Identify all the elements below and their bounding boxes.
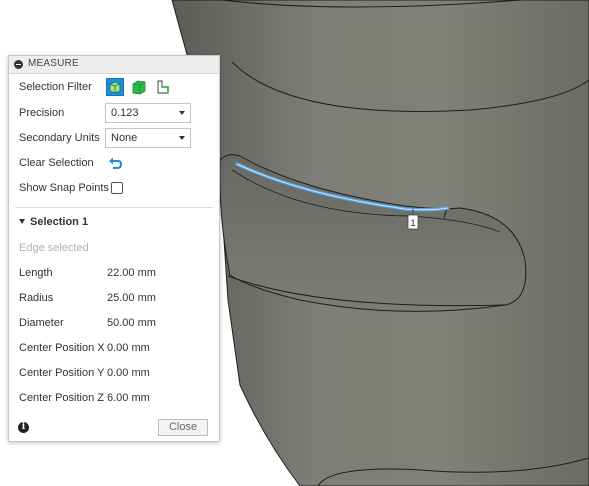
panel-footer: i Close [9, 414, 219, 441]
measurement-row: Diameter 50.00 mm [9, 312, 219, 336]
measurement-value: 6.00 mm [107, 392, 150, 404]
secondary-units-label: Secondary Units [19, 132, 100, 144]
selection-status-row: Edge selected [9, 237, 219, 261]
measurement-value: 22.00 mm [107, 267, 156, 279]
selection-status: Edge selected [19, 242, 89, 254]
selection-section-header[interactable]: Selection 1 [9, 211, 219, 235]
precision-row: Precision 0.123 [9, 102, 219, 126]
measurement-label: Diameter [19, 317, 64, 329]
panel-title: MEASURE [28, 58, 79, 69]
measurement-row: Length 22.00 mm [9, 262, 219, 286]
selection-filter-row: Selection Filter [9, 76, 219, 100]
measurement-row: Center Position Y 0.00 mm [9, 362, 219, 386]
edge-filter-icon[interactable] [154, 78, 172, 96]
chevron-down-icon [179, 136, 185, 140]
close-button[interactable]: Close [158, 419, 208, 436]
body-filter-icon[interactable] [106, 78, 124, 96]
panel-header[interactable]: MEASURE [9, 56, 219, 74]
selection-title: Selection 1 [30, 216, 89, 228]
undo-arrow-icon[interactable] [108, 156, 123, 170]
show-snap-points-checkbox[interactable] [111, 182, 123, 194]
measurement-value: 0.00 mm [107, 342, 150, 354]
show-snap-points-row: Show Snap Points [9, 177, 219, 201]
secondary-units-row: Secondary Units None [9, 127, 219, 151]
precision-value: 0.123 [111, 107, 139, 119]
precision-label: Precision [19, 107, 65, 119]
expand-triangle-icon[interactable] [19, 219, 25, 224]
measurement-label: Center Position Y [19, 367, 105, 379]
secondary-units-dropdown[interactable]: None [105, 128, 191, 148]
secondary-units-value: None [111, 132, 138, 144]
measurement-label: Length [19, 267, 53, 279]
measurement-value: 25.00 mm [107, 292, 156, 304]
clear-selection-label: Clear Selection [19, 157, 94, 169]
selection-marker-label: 1 [410, 218, 415, 228]
section-divider [15, 207, 213, 208]
measurement-label: Center Position Z [19, 392, 104, 404]
measurement-row: Center Position X 0.00 mm [9, 337, 219, 361]
show-snap-points-label: Show Snap Points [19, 182, 109, 194]
measurement-value: 0.00 mm [107, 367, 150, 379]
measure-panel: MEASURE Selection Filter Precision 0.123… [8, 55, 220, 442]
measurement-value: 50.00 mm [107, 317, 156, 329]
measurement-row: Radius 25.00 mm [9, 287, 219, 311]
precision-dropdown[interactable]: 0.123 [105, 103, 191, 123]
face-filter-icon[interactable] [130, 78, 148, 96]
info-icon[interactable]: i [18, 422, 29, 433]
selection-filter-label: Selection Filter [19, 81, 92, 93]
collapse-icon[interactable] [14, 60, 23, 69]
measurement-label: Radius [19, 292, 54, 304]
measurement-row: Center Position Z 6.00 mm [9, 387, 219, 411]
clear-selection-row: Clear Selection [9, 152, 219, 176]
measurement-label: Center Position X [19, 342, 105, 354]
chevron-down-icon [179, 111, 185, 115]
